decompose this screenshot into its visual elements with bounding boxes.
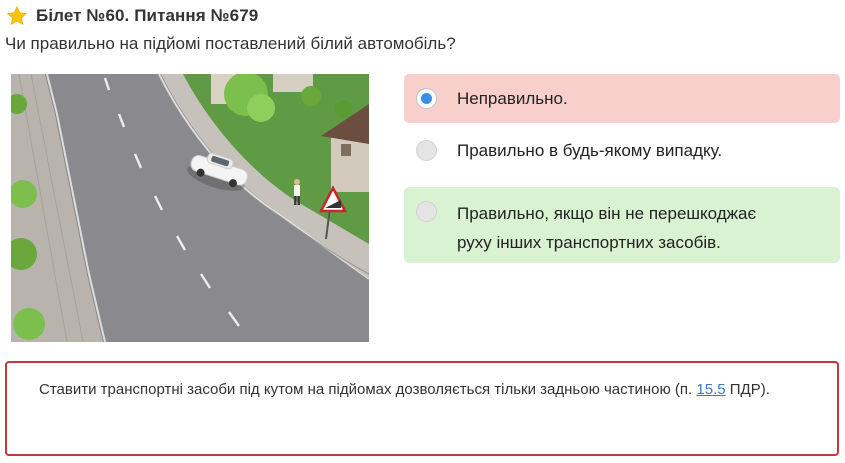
radio-unselected-icon[interactable]	[416, 140, 437, 161]
road-scene-illustration	[11, 74, 369, 342]
answer-label: Правильно, якщо він не перешкоджає руху і…	[457, 187, 766, 267]
ticket-title: Білет №60. Питання №679	[36, 6, 259, 25]
star-icon[interactable]	[6, 5, 28, 27]
question-text: Чи правильно на підйомі поставлений біли…	[5, 34, 456, 53]
answer-label-line-2: руху інших транспортних засобів.	[457, 233, 721, 252]
radio-selected-icon[interactable]	[416, 88, 437, 109]
explanation-text: Ставити транспортні засоби під кутом на …	[39, 381, 697, 398]
explanation-text-end: ПДР).	[725, 381, 770, 398]
question-header: Білет №60. Питання №679	[6, 2, 258, 30]
answer-list: Неправильно. Правильно в будь-якому випа…	[404, 74, 840, 263]
answer-label-line-1: Правильно, якщо він не перешкоджає	[457, 204, 757, 223]
answer-option-1[interactable]: Неправильно.	[404, 74, 840, 123]
answer-option-2[interactable]: Правильно в будь-якому випадку.	[404, 126, 840, 184]
rule-link[interactable]: 15.5	[696, 381, 725, 398]
explanation-box: Ставити транспортні засоби під кутом на …	[5, 361, 839, 456]
answer-label: Неправильно.	[457, 89, 568, 108]
answer-label: Правильно в будь-якому випадку.	[457, 141, 723, 160]
answer-option-3[interactable]: Правильно, якщо він не перешкоджає руху і…	[404, 187, 840, 263]
radio-unselected-icon[interactable]	[416, 201, 437, 222]
